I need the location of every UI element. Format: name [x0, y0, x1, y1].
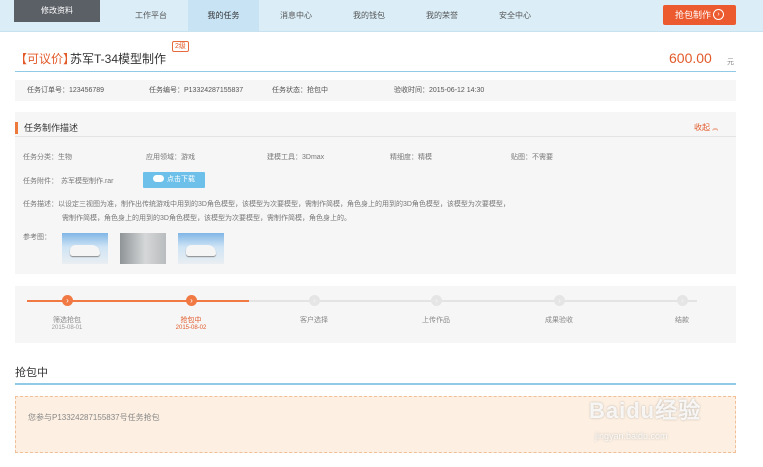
- task-number: 任务编号：P13324287155837: [149, 87, 244, 94]
- section-accent-bar: [15, 122, 18, 134]
- chevron-right-circle-icon: ›: [713, 9, 724, 21]
- precision-level: 精细度：精模: [390, 154, 432, 161]
- order-number: 任务订单号：123456789: [27, 87, 105, 94]
- edit-profile-link[interactable]: 修改资料: [14, 0, 100, 22]
- baidu-jingyan-watermark: Baidu经验 jingyan.baidu.com: [589, 393, 719, 453]
- nav-item-messages[interactable]: 消息中心: [265, 0, 327, 31]
- attachment-file-name[interactable]: 苏军模型制作.rar: [61, 176, 114, 186]
- acceptance-time: 验收时间：2015-06-12 14:30: [394, 87, 485, 94]
- nav-item-my-tasks[interactable]: 我的任务: [188, 0, 259, 31]
- step-3-dot-icon: ›: [309, 295, 320, 306]
- description-header: 任务制作描述 收起 ︽: [15, 120, 736, 137]
- level-badge: 2级: [172, 41, 189, 52]
- download-label: 点击下载: [167, 176, 195, 183]
- step-2-check-icon: ›: [186, 295, 197, 306]
- watermark-url: jingyan.baidu.com: [595, 431, 668, 441]
- reference-image-car-2[interactable]: [178, 233, 224, 264]
- reference-label: 参考图：: [23, 234, 51, 241]
- grab-message: 您参与P13324287155837号任务抢包: [28, 413, 160, 422]
- modeling-tool: 建模工具：3Dmax: [267, 154, 325, 161]
- step-label: 筛选抢包: [53, 317, 81, 324]
- step-4-dot-icon: ›: [431, 295, 442, 306]
- task-category: 任务分类：生物: [23, 154, 72, 161]
- watermark-brand: Baidu经验: [589, 398, 702, 423]
- nav-item-workbench[interactable]: 工作平台: [120, 0, 182, 31]
- task-progress: › › › › › › 筛选抢包 2015-08-01 抢包中 2015-08-…: [15, 286, 736, 343]
- description-heading: 任务制作描述: [24, 123, 79, 133]
- cloud-download-icon: [153, 174, 164, 182]
- task-title-row: 【可议价】 苏军T-34模型制作 2级 600.00 元: [15, 41, 736, 72]
- attachment-label: 任务附件：: [23, 178, 58, 185]
- step-5-dot-icon: ›: [554, 295, 565, 306]
- progress-fill: [27, 300, 249, 302]
- description-line-2: 需制作简模，角色身上的用到的3D角色模型，该模型为次要模型，需制作简模，角色身上…: [62, 215, 351, 222]
- task-info-bar: 任务订单号：123456789 任务编号：P13324287155837 任务状…: [15, 80, 736, 101]
- step-date: 2015-08-02: [175, 325, 207, 331]
- task-description-text: 任务描述：以设定三视图为准，制作出传统游戏中用到的3D角色模型，该模型为次要模型…: [23, 198, 583, 226]
- step-label: 结款: [675, 317, 689, 324]
- reference-image-room[interactable]: [120, 233, 166, 264]
- step-label: 成果验收: [545, 317, 573, 324]
- avatar[interactable]: 修改资料: [14, 0, 100, 22]
- nav-item-security[interactable]: 安全中心: [484, 0, 546, 31]
- step-6-dot-icon: ›: [677, 295, 688, 306]
- negotiable-tag: 【可议价】: [15, 52, 76, 66]
- grab-section-divider: [15, 383, 736, 385]
- step-label: 上传作品: [422, 317, 450, 324]
- download-button[interactable]: 点击下载: [143, 172, 205, 188]
- task-price: 600.00: [669, 50, 712, 66]
- step-label: 抢包中: [180, 317, 202, 324]
- step-date: 2015-08-01: [51, 325, 83, 331]
- step-label: 客户选择: [300, 317, 328, 324]
- nav-item-honors[interactable]: 我的荣誉: [411, 0, 473, 31]
- grab-section-title: 抢包中: [15, 367, 48, 379]
- grab-task-button[interactable]: 抢包制作 ›: [663, 5, 736, 25]
- price-unit: 元: [727, 59, 734, 66]
- nav-item-wallet[interactable]: 我的钱包: [338, 0, 400, 31]
- collapse-label: 收起: [694, 123, 710, 132]
- texture-requirement: 贴图：不需要: [511, 154, 553, 161]
- top-nav: 修改资料 工作平台 我的任务 消息中心 我的钱包 我的荣誉 安全中心 抢包制作 ›: [0, 0, 763, 32]
- task-description-panel: 任务制作描述 收起 ︽ 任务分类：生物 应用领域：游戏 建模工具：3Dmax 精…: [15, 112, 736, 274]
- task-status: 任务状态：抢包中: [272, 87, 328, 94]
- task-name: 苏军T-34模型制作: [70, 52, 167, 66]
- reference-image-car-1[interactable]: [62, 233, 108, 264]
- collapse-toggle[interactable]: 收起 ︽: [694, 122, 718, 133]
- description-line-1: 任务描述：以设定三视图为准，制作出传统游戏中用到的3D角色模型，该模型为次要模型…: [23, 201, 510, 208]
- step-1-check-icon: ›: [62, 295, 73, 306]
- chevron-up-icon: ︽: [712, 126, 719, 132]
- grab-task-label: 抢包制作: [674, 10, 711, 20]
- task-domain: 应用领域：游戏: [146, 154, 195, 161]
